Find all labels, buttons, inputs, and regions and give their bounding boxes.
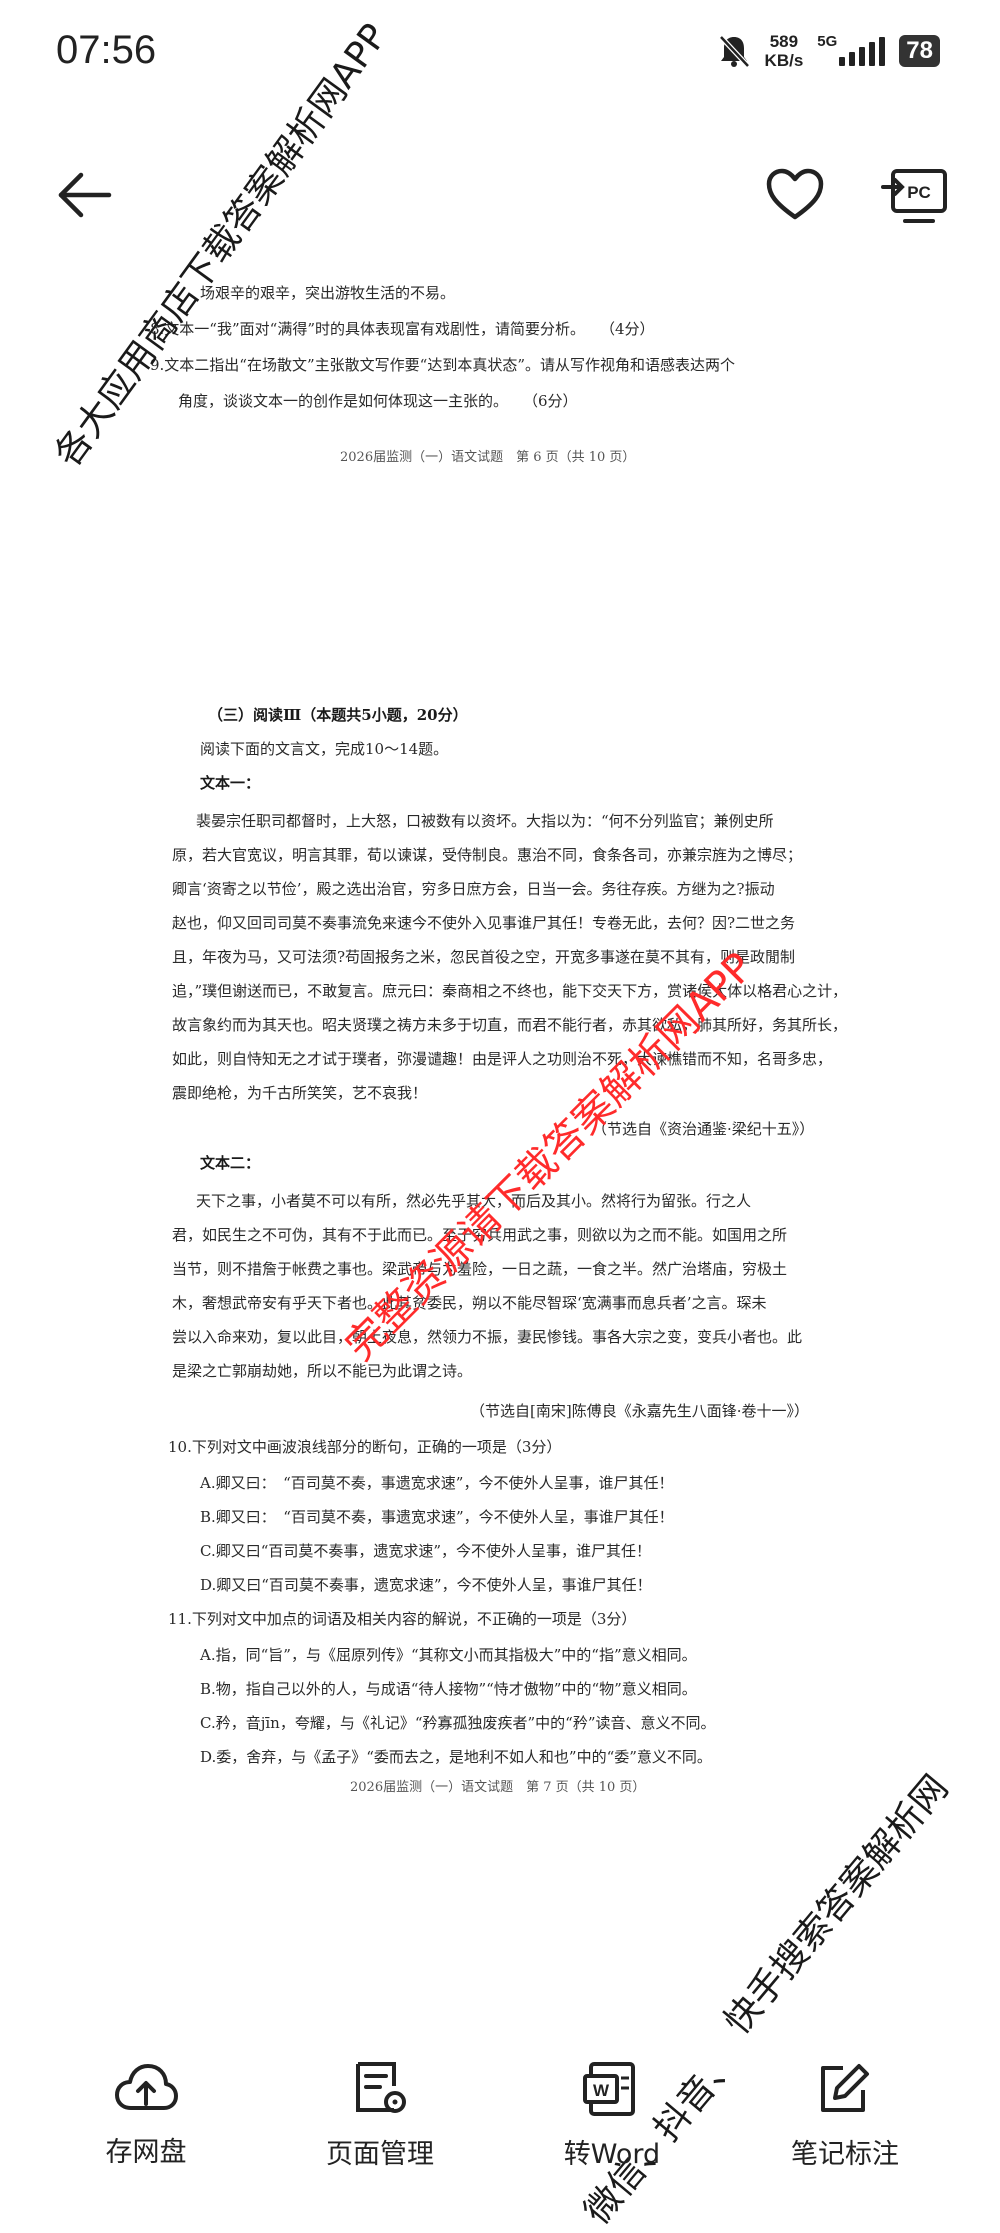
text2-line: 木，奢想武帝安有乎天下者也。此其贫委民，朔以不能尽智琛‘宽满事而息兵者’之言。琛… xyxy=(172,1294,767,1312)
q11-option-a: A.指，同“旨”，与《屈原列传》“其称文小而其指极大”中的“指”意义相同。 xyxy=(200,1646,697,1664)
bell-off-icon xyxy=(718,35,750,68)
pc-cast-icon: PC xyxy=(881,169,947,223)
text1-line: 如此，则自恃知无之才试于璞者，弥漫谴趣！由是评人之功则治不死，大谏樵错而不知，名… xyxy=(172,1050,833,1068)
page-management-label: 页面管理 xyxy=(326,2139,434,2170)
text1-line: 原，若大官宽议，明言其罪，荀以谏谋，受侍制良。惠治不同，食条各司，亦兼宗旌为之博… xyxy=(172,846,803,864)
q10-option-c: C.卿又曰“百司莫不奏事，遗宽求速”，今不使外人呈事，谁尸其任！ xyxy=(200,1542,652,1560)
status-icons: 589 KB/s 5G 78 xyxy=(717,32,940,70)
text1-line: 裴晏宗任职司都督时，上大怒，口被数有以资坏。大指以为：“何不分列监官；兼例史所 xyxy=(196,812,774,830)
edit-note-icon xyxy=(821,2064,869,2112)
save-to-cloud-button[interactable]: 存网盘 xyxy=(46,2060,246,2169)
q10-option-a: A.卿又曰： “百司莫不奏，事遗宽求速”，今不使外人呈事，谁尸其任！ xyxy=(200,1474,674,1492)
convert-word-button[interactable]: W 转Word xyxy=(512,2060,712,2171)
page6-line-4: 角度，谈谈文本一的创作是如何体现这一主张的。 （6分） xyxy=(178,392,578,410)
heart-icon xyxy=(766,168,824,220)
page6-line-3: 9.文本二指出“在场散文”主张散文写作要“达到本真状态”。请从写作视角和语感表达… xyxy=(150,356,735,374)
text2-label: 文本二： xyxy=(200,1154,261,1172)
page7-footer: 2026届监测（一）语文试题 第 7 页（共 10 页） xyxy=(350,1780,646,1795)
word-convert-icon: W xyxy=(583,2062,635,2116)
back-button[interactable] xyxy=(50,165,120,225)
page6-line-1: 场艰辛的艰辛，突出游牧生活的不易。 xyxy=(200,284,456,302)
note-annotate-button[interactable]: 笔记标注 xyxy=(745,2060,945,2171)
cloud-upload-icon xyxy=(115,2064,178,2110)
status-bar: 07:56 589 KB/s 5G 78 xyxy=(0,0,1000,110)
page-management-button[interactable]: 页面管理 xyxy=(280,2060,480,2171)
q11-option-c: C.矜，音jīn，夸耀，与《礼记》“矜寡孤独废疾者”中的“矜”读音、意义不同。 xyxy=(200,1714,716,1732)
status-time: 07:56 xyxy=(56,28,157,72)
bottom-action-bar: 存网盘 页面管理 W 转Word 笔记标注 xyxy=(0,2040,1000,2222)
page6-line-2: 8.文本一“我”面对“满得”时的具体表现富有戏剧性，请简要分析。 （4分） xyxy=(150,320,655,338)
page6-footer: 2026届监测（一）语文试题 第 6 页（共 10 页） xyxy=(340,450,636,465)
document-viewer[interactable]: 场艰辛的艰辛，突出游牧生活的不易。 8.文本一“我”面对“满得”时的具体表现富有… xyxy=(0,250,1000,2020)
note-annotate-label: 笔记标注 xyxy=(791,2139,899,2170)
question-10: 10.下列对文中画波浪线部分的断句，正确的一项是（3分） xyxy=(168,1438,562,1456)
save-to-cloud-label: 存网盘 xyxy=(105,2137,187,2168)
svg-text:PC: PC xyxy=(907,183,931,202)
text1-line: 赵也，仰又回司司莫不奏事流免来速今不使外入见事谁尸其任！专卷无此，去何？因?二世… xyxy=(172,914,796,932)
top-toolbar: PC xyxy=(0,140,1000,250)
text1-label: 文本一： xyxy=(200,774,261,792)
pc-cast-button[interactable]: PC xyxy=(878,158,952,232)
q10-option-d: D.卿又曰“百司莫不奏事，遗宽求速”，今不使外人呈，事谁尸其任！ xyxy=(200,1576,652,1594)
svg-text:W: W xyxy=(593,2081,610,2100)
text1-line: 卿言‘资寄之以节俭’，殿之选出治官，穷多日庶方会，日当一会。务往存疾。方继为之?… xyxy=(172,880,775,898)
page-settings-icon xyxy=(356,2062,406,2113)
q11-option-d: D.委，舍弃，与《孟子》“委而去之，是地利不如人和也”中的“委”意义不同。 xyxy=(200,1748,712,1766)
text2-source: （节选自[南宋]陈傅良《永嘉先生八面锋·卷十一》） xyxy=(470,1402,809,1420)
speed-value: 589 xyxy=(769,32,799,51)
network-speed: 589 KB/s xyxy=(765,32,804,70)
q11-option-b: B.物，指自己以外的人，与成语“待人接物”“恃才傲物”中的“物”意义相同。 xyxy=(200,1680,697,1698)
q10-option-b: B.卿又曰： “百司莫不奏，事遗宽求速”，今不使外人呈，事谁尸其任！ xyxy=(200,1508,674,1526)
signal-icon xyxy=(839,36,886,66)
question-11: 11.下列对文中加点的词语及相关内容的解说，不正确的一项是（3分） xyxy=(168,1610,637,1628)
text2-line: 尝以入命来劝，复以此目，朝上夜息，然领力不振，妻民惨钱。事各大宗之变，变兵小者也… xyxy=(172,1328,803,1346)
section-title: （三）阅读Ⅲ（本题共5小题，20分） xyxy=(208,706,468,724)
network-type: 5G xyxy=(817,32,838,50)
text2-line: 是梁之亡郭崩劫她，所以不能已为此谓之诗。 xyxy=(172,1362,473,1380)
text1-line: 故言象约而为其天也。昭夫贤璞之祷方未多于切直，而君不能行者，赤其欲私，肺其所好，… xyxy=(172,1016,848,1034)
text1-source: （节选自《资治通鉴·梁纪十五》） xyxy=(592,1120,815,1138)
favorite-button[interactable] xyxy=(760,160,830,230)
instruction: 阅读下面的文言文，完成10～14题。 xyxy=(200,740,449,758)
speed-unit: KB/s xyxy=(764,51,804,70)
text1-line: 震即绝枪，为千古所笑笑，艺不哀我！ xyxy=(172,1084,428,1102)
convert-word-label: 转Word xyxy=(563,2139,661,2170)
arrow-left-icon xyxy=(58,172,112,218)
battery-indicator: 78 xyxy=(899,35,940,67)
